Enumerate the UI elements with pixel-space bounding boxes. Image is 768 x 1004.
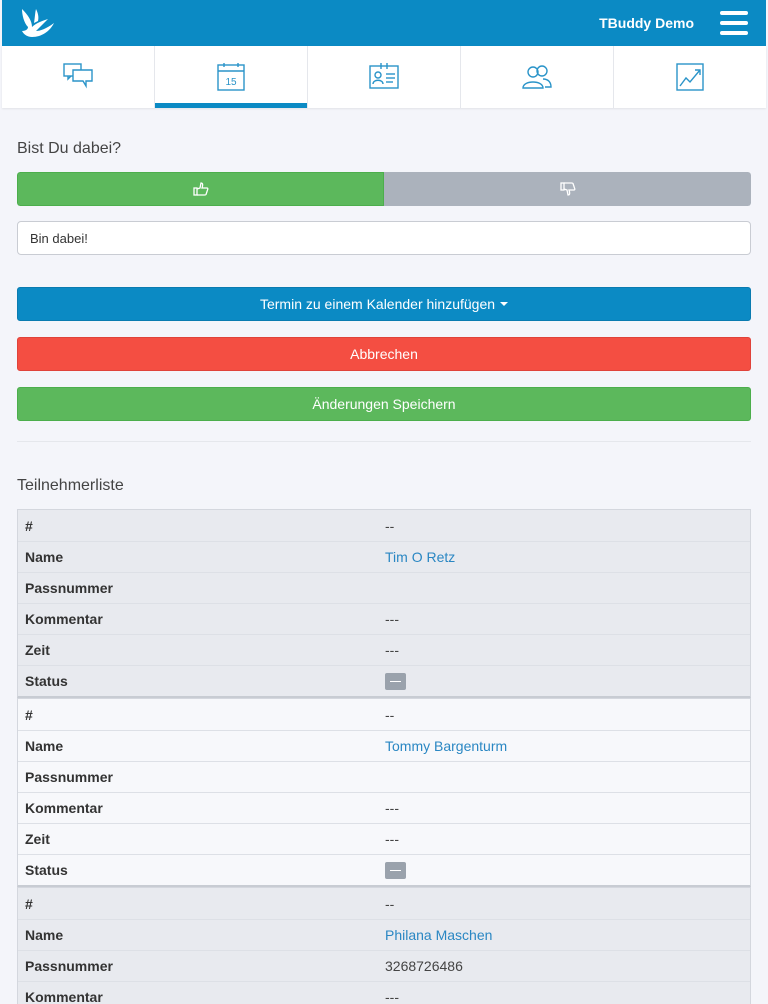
calendar-icon: 15	[217, 63, 245, 91]
chart-icon	[676, 63, 704, 91]
value-passnumber: 3268726486	[385, 958, 463, 974]
attendance-comment-input[interactable]	[17, 221, 751, 255]
label-number: #	[25, 706, 33, 723]
participant-row-name: Name Philana Maschen	[18, 919, 750, 950]
label-passnumber: Passnummer	[25, 958, 113, 974]
value-number: --	[385, 706, 395, 723]
participant-row-passnumber: Passnummer	[18, 761, 750, 792]
attendance-toggle	[17, 172, 751, 206]
status-badge	[385, 862, 406, 879]
tab-calendar[interactable]: 15	[155, 46, 308, 108]
top-bar: TBuddy Demo	[2, 0, 766, 46]
value-comment: ---	[385, 800, 399, 816]
label-time: Zeit	[25, 831, 50, 847]
tab-statistics[interactable]	[614, 46, 766, 108]
participants-list: # -- Name Tim O Retz Passnummer Kommenta…	[17, 509, 751, 1004]
tab-chat[interactable]	[2, 46, 155, 108]
caret-down-icon	[500, 302, 509, 306]
chat-icon	[63, 63, 93, 89]
participant-row-number: # --	[18, 510, 750, 541]
bird-logo-icon[interactable]	[18, 5, 58, 41]
label-number: #	[25, 517, 33, 534]
label-passnumber: Passnummer	[25, 769, 113, 785]
attend-no-button[interactable]	[384, 172, 751, 206]
tab-profile[interactable]	[308, 46, 461, 108]
section-divider	[17, 441, 751, 442]
participant-row-name: Name Tim O Retz	[18, 541, 750, 572]
participant-row-passnumber: Passnummer	[18, 572, 750, 603]
thumbs-down-icon	[559, 182, 575, 196]
thumbs-up-icon	[192, 182, 208, 196]
tab-team[interactable]	[461, 46, 614, 108]
participant-card: # -- Name Tim O Retz Passnummer Kommenta…	[17, 509, 751, 698]
nav-tabs: 15	[2, 46, 766, 108]
attendance-question: Bist Du dabei?	[17, 140, 122, 157]
participant-name-link[interactable]: Tommy Bargenturm	[377, 738, 750, 754]
participant-name-link[interactable]: Tim O Retz	[377, 549, 750, 565]
participant-row-name: Name Tommy Bargenturm	[18, 730, 750, 761]
value-time: ---	[385, 831, 399, 847]
value-number: --	[385, 895, 395, 912]
participant-card: # -- Name Tommy Bargenturm Passnummer Ko…	[17, 698, 751, 887]
participant-card: # -- Name Philana Maschen Passnummer 326…	[17, 887, 751, 1004]
add-to-calendar-label: Termin zu einem Kalender hinzufügen	[259, 296, 496, 312]
participant-row-comment: Kommentar ---	[18, 792, 750, 823]
label-status: Status	[25, 862, 68, 878]
label-name: Name	[25, 738, 64, 754]
cancel-button[interactable]: Abbrechen	[17, 337, 751, 371]
save-button[interactable]: Änderungen Speichern	[17, 387, 751, 421]
participant-row-status: Status	[18, 665, 750, 696]
participant-row-comment: Kommentar ---	[18, 603, 750, 634]
label-passnumber: Passnummer	[25, 580, 113, 596]
participant-row-status: Status	[18, 854, 750, 885]
menu-icon[interactable]	[720, 11, 748, 35]
attend-yes-button[interactable]	[17, 172, 384, 206]
value-comment: ---	[385, 989, 399, 1004]
add-to-calendar-button[interactable]: Termin zu einem Kalender hinzufügen	[17, 287, 751, 321]
participant-row-time: Zeit ---	[18, 634, 750, 665]
status-badge	[385, 673, 406, 690]
label-name: Name	[25, 927, 64, 943]
value-number: --	[385, 517, 395, 534]
label-comment: Kommentar	[25, 611, 103, 627]
label-number: #	[25, 895, 33, 912]
label-comment: Kommentar	[25, 800, 103, 816]
participant-name-link[interactable]: Philana Maschen	[377, 927, 750, 943]
participant-row-comment: Kommentar ---	[18, 981, 750, 1004]
value-comment: ---	[385, 611, 399, 627]
label-comment: Kommentar	[25, 989, 103, 1004]
participant-row-number: # --	[18, 888, 750, 919]
participant-row-number: # --	[18, 699, 750, 730]
label-status: Status	[25, 673, 68, 689]
calendar-day: 15	[225, 77, 237, 88]
label-name: Name	[25, 549, 64, 565]
participants-title: Teilnehmerliste	[17, 477, 124, 494]
id-card-icon	[369, 63, 399, 89]
value-time: ---	[385, 642, 399, 658]
participant-row-passnumber: Passnummer 3268726486	[18, 950, 750, 981]
users-icon	[522, 65, 552, 89]
app-brand: TBuddy Demo	[599, 15, 694, 31]
label-time: Zeit	[25, 642, 50, 658]
participant-row-time: Zeit ---	[18, 823, 750, 854]
